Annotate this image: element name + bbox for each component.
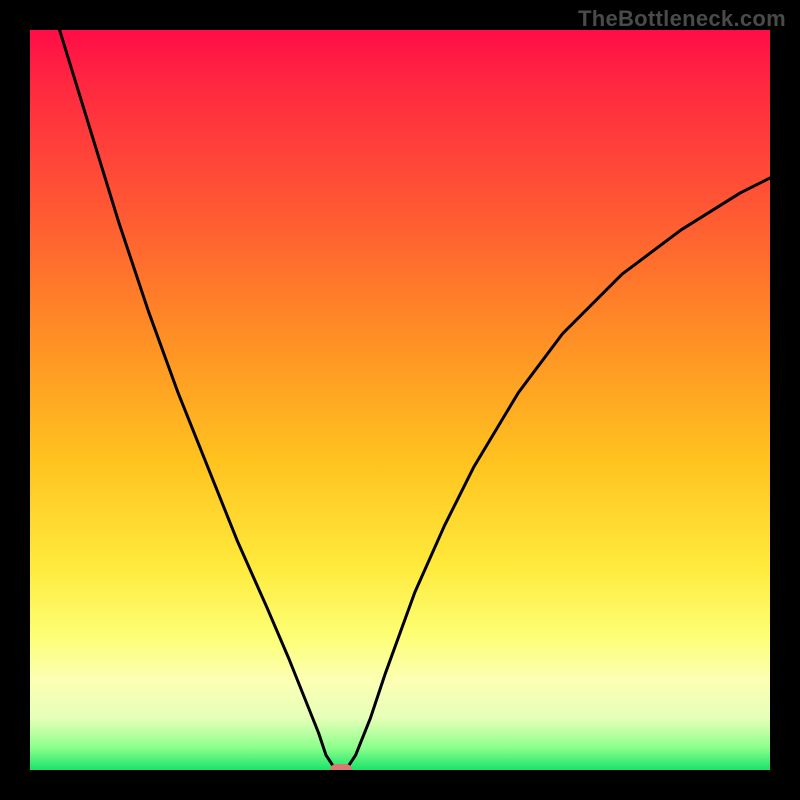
chart-frame: TheBottleneck.com xyxy=(0,0,800,800)
plot-area xyxy=(30,30,770,770)
bottleneck-curve xyxy=(30,30,770,770)
watermark: TheBottleneck.com xyxy=(578,6,786,32)
minimum-marker xyxy=(330,764,352,770)
